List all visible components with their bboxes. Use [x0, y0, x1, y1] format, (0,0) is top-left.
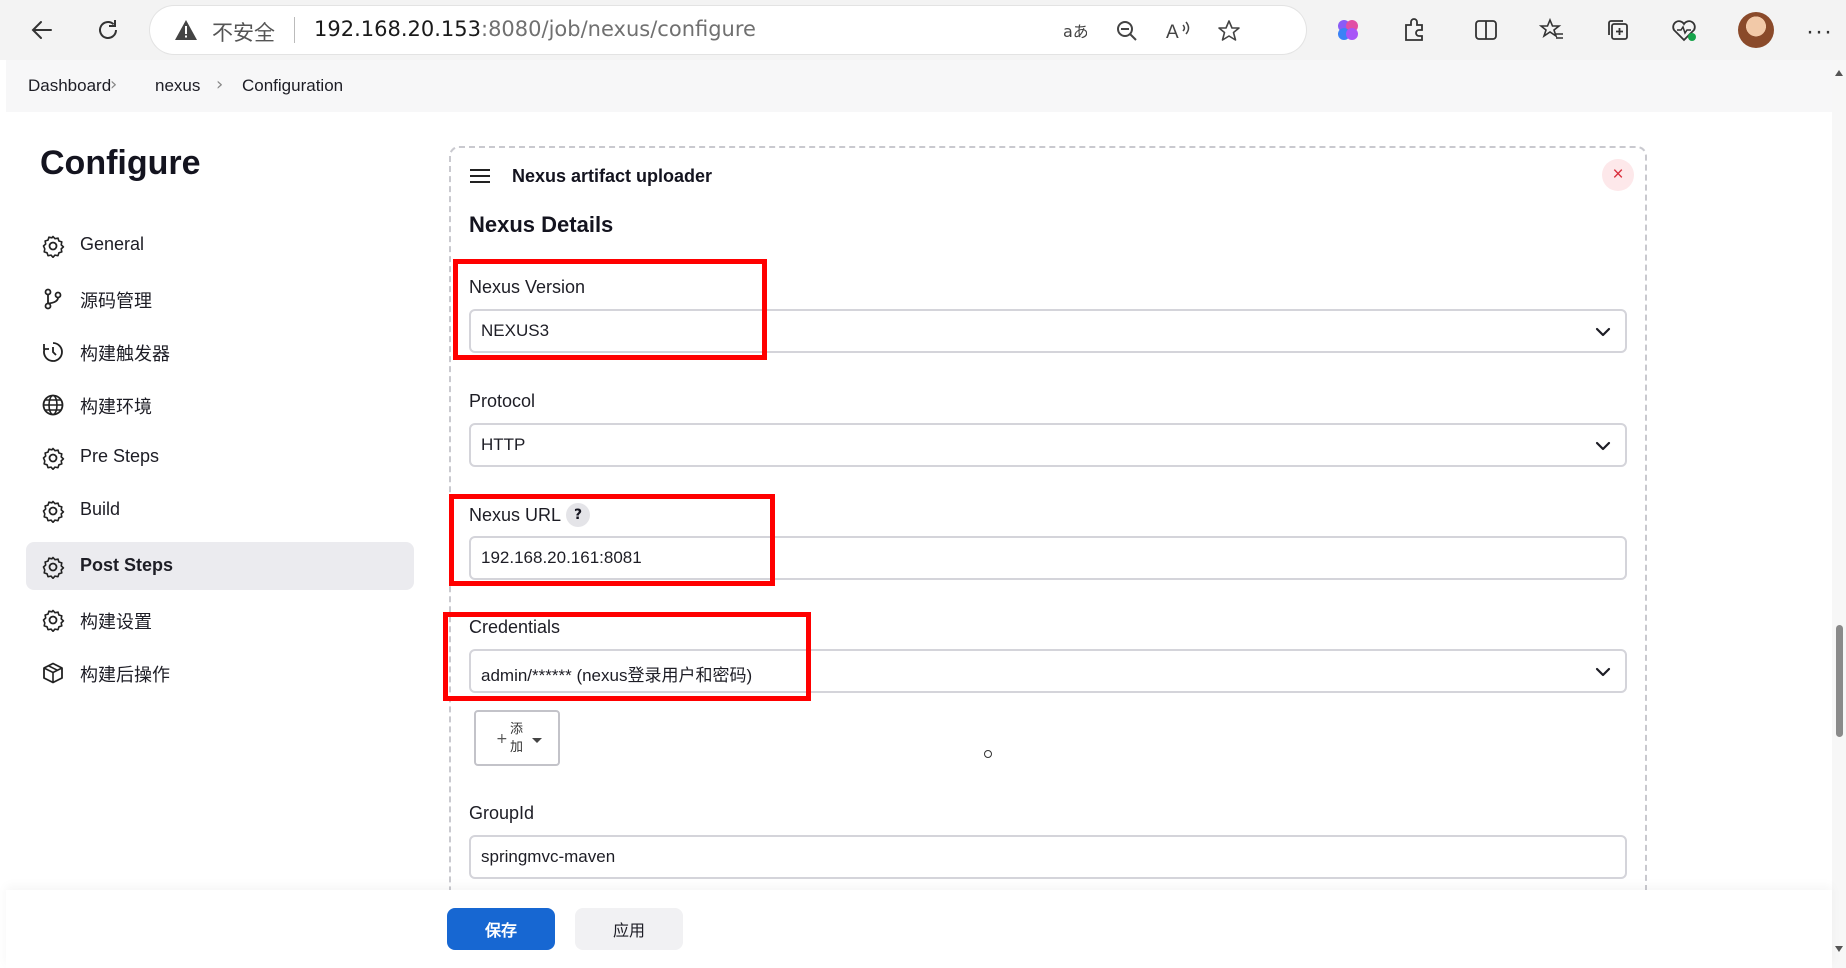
- sidebar-item-label: 构建后操作: [80, 665, 170, 685]
- browser-toolbar: 不安全 192.168.20.153:8080/job/nexus/config…: [0, 0, 1846, 60]
- sidebar-item-environment[interactable]: 构建环境: [26, 380, 414, 428]
- section-title: Nexus Details: [469, 212, 614, 237]
- sidebar-item-label: 构建触发器: [80, 344, 170, 364]
- add-button-label: 添加: [510, 722, 524, 755]
- sidebar-item-label: General: [80, 234, 145, 254]
- add-credentials-button[interactable]: + 添加: [474, 710, 560, 766]
- sidebar-item-label: 源码管理: [80, 291, 152, 311]
- browser-essentials-icon[interactable]: [1666, 12, 1702, 48]
- highlight-box-nexus-url: [449, 494, 775, 586]
- clock-icon: [40, 339, 66, 365]
- scroll-thumb[interactable]: [1836, 625, 1843, 737]
- gear-icon: [40, 445, 66, 471]
- mouse-cursor: [984, 750, 992, 758]
- breadcrumb-separator: ›: [216, 74, 224, 95]
- back-arrow-icon: [31, 21, 52, 39]
- breadcrumb-configuration[interactable]: Configuration: [242, 76, 343, 96]
- group-id-label: GroupId: [469, 803, 535, 823]
- group-id-input[interactable]: springmvc-maven: [469, 835, 1627, 879]
- highlight-box-credentials: [443, 612, 811, 701]
- back-button[interactable]: [22, 10, 62, 50]
- protocol-select[interactable]: HTTP: [469, 423, 1627, 467]
- save-button[interactable]: 保存: [447, 908, 555, 950]
- sidebar-item-label: Build: [80, 499, 121, 519]
- group-id-value: springmvc-maven: [481, 847, 616, 866]
- refresh-button[interactable]: [88, 10, 128, 50]
- sidebar-item-label: Post Steps: [80, 555, 174, 575]
- page-title: Configure: [40, 144, 201, 182]
- zoom-out-icon[interactable]: [1112, 16, 1142, 46]
- sidebar-item-general[interactable]: General: [26, 221, 414, 269]
- sidebar-item-post-steps[interactable]: Post Steps: [26, 542, 414, 590]
- sidebar-item-label: Pre Steps: [80, 446, 160, 466]
- bottom-action-bar: [6, 890, 1832, 968]
- address-separator: [294, 17, 295, 43]
- chevron-down-icon: [1595, 667, 1611, 677]
- address-bar[interactable]: 不安全 192.168.20.153:8080/job/nexus/config…: [150, 6, 1306, 54]
- copilot-icon[interactable]: [1330, 12, 1366, 48]
- sidebar-item-post-build[interactable]: 构建后操作: [26, 648, 414, 696]
- insecure-label: 不安全: [212, 21, 275, 45]
- scroll-up-arrow-icon[interactable]: [1835, 70, 1843, 76]
- gear-icon: [40, 233, 66, 259]
- breadcrumb-nexus[interactable]: nexus: [155, 76, 200, 96]
- url-text[interactable]: 192.168.20.153:8080/job/nexus/configure: [314, 17, 756, 41]
- gear-icon: [40, 554, 66, 580]
- apply-button[interactable]: 应用: [575, 908, 683, 950]
- sidebar-item-triggers[interactable]: 构建触发器: [26, 327, 414, 375]
- plus-icon: +: [496, 731, 508, 747]
- translate-icon[interactable]: aあ: [1060, 16, 1090, 46]
- scroll-down-arrow-icon[interactable]: [1835, 946, 1843, 952]
- caret-down-icon: [532, 738, 542, 743]
- protocol-value: HTTP: [481, 435, 526, 454]
- drag-handle-icon[interactable]: [470, 169, 490, 187]
- breadcrumb-separator: ›: [110, 74, 118, 95]
- close-button[interactable]: ×: [1602, 159, 1634, 191]
- more-menu-icon[interactable]: ···: [1806, 18, 1833, 46]
- breadcrumb: Dashboard › nexus › Configuration: [6, 60, 1832, 112]
- card-title: Nexus artifact uploader: [512, 166, 713, 186]
- sidebar-item-scm[interactable]: 源码管理: [26, 274, 414, 322]
- package-icon: [40, 660, 66, 686]
- svg-text:A: A: [1166, 22, 1179, 43]
- favorites-icon[interactable]: [1534, 12, 1570, 48]
- gear-icon: [40, 498, 66, 524]
- sidebar-item-build-settings[interactable]: 构建设置: [26, 595, 414, 643]
- collections-icon[interactable]: [1600, 12, 1636, 48]
- sidebar-item-label: 构建设置: [80, 612, 152, 632]
- gear-icon: [40, 607, 66, 633]
- read-aloud-icon[interactable]: A: [1164, 16, 1194, 46]
- svg-text:aあ: aあ: [1063, 22, 1087, 41]
- breadcrumb-dashboard[interactable]: Dashboard: [28, 76, 111, 96]
- globe-icon: [40, 392, 66, 418]
- extensions-icon[interactable]: [1396, 12, 1432, 48]
- sidebar-item-pre-steps[interactable]: Pre Steps: [26, 433, 414, 481]
- chevron-down-icon: [1595, 327, 1611, 337]
- refresh-icon: [99, 20, 117, 39]
- sidebar-item-label: 构建环境: [80, 397, 152, 417]
- split-screen-icon[interactable]: [1468, 12, 1504, 48]
- sidebar-item-build[interactable]: Build: [26, 486, 414, 534]
- profile-avatar[interactable]: [1738, 12, 1774, 48]
- favorite-star-icon[interactable]: [1214, 16, 1244, 46]
- page-scrollbar[interactable]: [1832, 60, 1846, 968]
- chevron-down-icon: [1595, 441, 1611, 451]
- branch-icon: [40, 286, 66, 312]
- protocol-label: Protocol: [469, 391, 536, 411]
- warning-icon: [175, 20, 197, 40]
- highlight-box-nexus-version: [453, 259, 767, 360]
